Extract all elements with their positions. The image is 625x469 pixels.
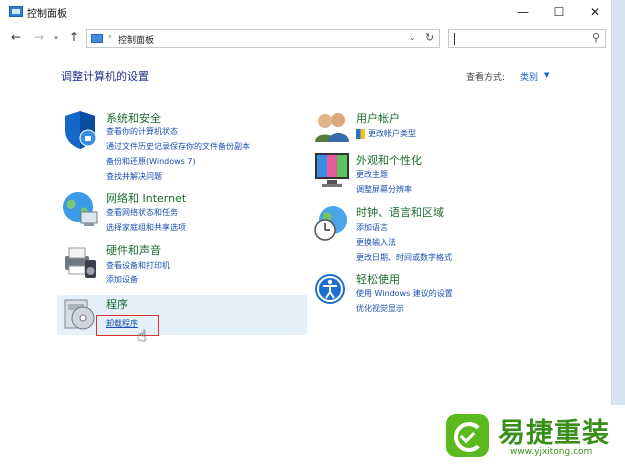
up-arrow-icon[interactable]: ↑: [66, 30, 82, 44]
category-appearance[interactable]: 外观和个性化: [356, 152, 422, 168]
link-add-language[interactable]: 添加语言: [356, 222, 388, 233]
title-bar: 控制面板 — ☐ ✕: [0, 0, 612, 24]
address-dropdown-icon[interactable]: ⌄: [409, 33, 416, 42]
brand-url: www.yjxitong.com: [510, 447, 593, 457]
category-ease-of-access[interactable]: 轻松使用: [356, 271, 400, 287]
link-windows-recommended-settings[interactable]: 使用 Windows 建议的设置: [356, 288, 453, 299]
forward-arrow-icon[interactable]: →: [31, 30, 47, 44]
control-panel-icon: [9, 6, 23, 17]
search-icon[interactable]: ⚲: [592, 31, 600, 44]
close-button[interactable]: ✕: [577, 0, 613, 24]
appearance-monitor-icon: [315, 153, 349, 187]
clock-globe-icon: [314, 206, 347, 241]
category-network-internet[interactable]: 网络和 Internet: [106, 190, 186, 206]
address-location-icon: [91, 34, 103, 43]
link-add-device[interactable]: 添加设备: [106, 274, 138, 285]
link-change-theme[interactable]: 更改主题: [356, 169, 388, 180]
user-accounts-icon: [315, 113, 349, 142]
link-backup-restore[interactable]: 备份和还原(Windows 7): [106, 156, 196, 167]
link-change-date-time-format[interactable]: 更改日期、时间或数字格式: [356, 252, 452, 263]
recent-locations-chevron-icon[interactable]: ▾: [48, 34, 64, 42]
view-by-chevron-icon[interactable]: ▼: [544, 71, 549, 79]
navigation-bar: ← → ▾ ↑ › 控制面板 ⌄ ↻ ⚲: [0, 28, 612, 50]
link-optimize-visual-display[interactable]: 优化视觉显示: [356, 303, 404, 314]
link-change-input-method[interactable]: 更换输入法: [356, 237, 396, 248]
control-panel-window: 控制面板 — ☐ ✕ ← → ▾ ↑ › 控制面板 ⌄ ↻ ⚲ 调整计算机的设置…: [0, 0, 612, 469]
ease-of-access-icon: [315, 274, 345, 304]
page-title: 调整计算机的设置: [61, 70, 149, 83]
address-bar[interactable]: › 控制面板 ⌄ ↻: [86, 29, 440, 48]
category-system-security[interactable]: 系统和安全: [106, 110, 161, 126]
category-programs[interactable]: 程序: [106, 296, 128, 312]
address-path[interactable]: 控制面板: [118, 33, 154, 46]
link-homegroup-sharing[interactable]: 选择家庭组和共享选项: [106, 222, 186, 233]
brand-logo-icon: [446, 414, 489, 457]
network-globe-icon: [63, 192, 98, 226]
search-input[interactable]: ⚲: [448, 29, 606, 48]
window-title: 控制面板: [27, 9, 67, 20]
link-screen-resolution[interactable]: 调整屏幕分辨率: [356, 184, 412, 195]
link-view-computer-status[interactable]: 查看你的计算机状态: [106, 126, 178, 137]
link-change-account-type[interactable]: 更改帐户类型: [368, 128, 416, 139]
desktop-background-strip: [612, 0, 625, 469]
link-network-status[interactable]: 查看网络状态和任务: [106, 207, 178, 218]
refresh-icon[interactable]: ↻: [425, 31, 434, 44]
link-troubleshoot[interactable]: 查找并解决问题: [106, 171, 162, 182]
link-file-history-backup[interactable]: 通过文件历史记录保存你的文件备份副本: [106, 141, 250, 152]
text-caret: [454, 33, 455, 45]
category-hardware-sound[interactable]: 硬件和声音: [106, 242, 161, 258]
uac-shield-icon: [356, 129, 365, 139]
category-user-accounts[interactable]: 用户帐户: [356, 110, 400, 126]
printer-speaker-icon: [65, 247, 96, 278]
link-devices-printers[interactable]: 查看设备和打印机: [106, 260, 170, 271]
hand-cursor-icon: ☝: [137, 326, 147, 345]
view-by-dropdown[interactable]: 类别: [520, 70, 538, 83]
brand-name: 易捷重装: [498, 418, 610, 449]
view-by-label: 查看方式:: [466, 73, 506, 83]
back-arrow-icon[interactable]: ←: [8, 30, 24, 44]
minimize-button[interactable]: —: [505, 0, 541, 24]
security-shield-icon: [65, 111, 97, 149]
annotation-highlight-box: [96, 315, 159, 336]
address-separator: ›: [108, 32, 112, 42]
programs-disc-icon: [64, 299, 95, 330]
maximize-button[interactable]: ☐: [541, 0, 577, 24]
category-clock-language-region[interactable]: 时钟、语言和区域: [356, 204, 444, 220]
